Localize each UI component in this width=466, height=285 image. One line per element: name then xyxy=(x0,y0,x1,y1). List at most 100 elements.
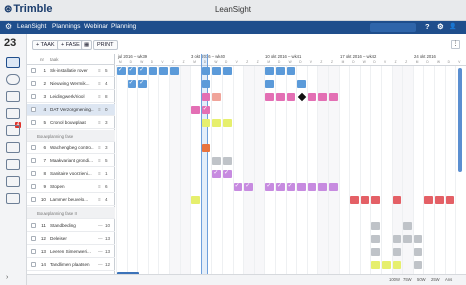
activity-block[interactable] xyxy=(212,92,221,101)
activity-block[interactable] xyxy=(392,260,402,269)
activity-block[interactable] xyxy=(223,169,232,179)
row-checkbox[interactable] xyxy=(31,261,36,267)
activity-block[interactable] xyxy=(413,247,423,256)
checklist-icon[interactable] xyxy=(6,159,20,170)
table-row[interactable]: 3 Leidingwerk/riool ≡ 8 xyxy=(27,91,115,103)
zoom-option[interactable]: 50W xyxy=(417,277,426,282)
row-checkbox[interactable] xyxy=(31,68,36,73)
menu-item-planning[interactable]: Planning xyxy=(111,23,136,30)
activity-block[interactable] xyxy=(276,182,285,192)
table-row[interactable]: 12 Deleiser —13 xyxy=(27,233,115,245)
activity-block[interactable] xyxy=(307,183,317,192)
search-field[interactable] xyxy=(370,23,416,32)
calendar-button-icon[interactable]: ▦ xyxy=(81,40,93,50)
activity-block[interactable] xyxy=(233,182,243,192)
zoom-option[interactable]: 25W xyxy=(431,277,440,282)
print-button[interactable]: PRINT xyxy=(93,40,118,50)
people-icon[interactable] xyxy=(6,91,20,102)
add-task-button[interactable]: + TAAK xyxy=(32,40,59,50)
activity-block[interactable] xyxy=(223,118,232,127)
activity-block[interactable] xyxy=(445,196,455,204)
phase-group-row[interactable]: Bouwplanning fase xyxy=(27,129,115,142)
activity-block[interactable] xyxy=(413,260,423,269)
milestone-diamond-icon[interactable] xyxy=(297,92,307,102)
activity-block[interactable] xyxy=(201,105,211,114)
team-icon[interactable] xyxy=(6,74,20,85)
activity-block[interactable] xyxy=(159,67,168,75)
edit-icon[interactable] xyxy=(6,142,20,153)
row-checkbox[interactable] xyxy=(31,184,36,190)
table-row[interactable]: 1 Sk-installatie rover ≡ 5 xyxy=(27,65,115,77)
menu-item-plannings[interactable]: Plannings xyxy=(52,23,81,30)
row-checkbox[interactable] xyxy=(31,222,36,228)
row-checkbox[interactable] xyxy=(31,158,36,164)
document-icon[interactable] xyxy=(6,193,20,204)
activity-block[interactable] xyxy=(371,247,380,256)
activity-block[interactable] xyxy=(212,67,221,75)
activity-block[interactable] xyxy=(191,105,200,114)
row-checkbox[interactable] xyxy=(31,145,36,151)
activity-block[interactable] xyxy=(371,234,380,243)
activity-block[interactable] xyxy=(371,221,380,230)
activity-block[interactable] xyxy=(318,92,327,101)
activity-block[interactable] xyxy=(138,66,147,75)
activity-block[interactable] xyxy=(286,92,296,101)
activity-block[interactable] xyxy=(201,144,211,153)
phase-group-row[interactable]: Bouwplanning fase II xyxy=(27,206,115,219)
timeline[interactable]: jul 2016 – wk39 3 okt 2016 – wk40 10 okt 2… xyxy=(116,54,466,274)
more-menu-icon[interactable]: ⋮ xyxy=(451,40,460,49)
activity-block[interactable] xyxy=(382,260,391,269)
table-row[interactable]: 9 Stopen ≡ 6 xyxy=(27,181,115,194)
activity-block[interactable] xyxy=(201,79,211,88)
gear-icon[interactable]: ⚙ xyxy=(437,22,444,31)
activity-block[interactable] xyxy=(127,79,137,88)
activity-block[interactable] xyxy=(413,234,423,243)
activity-block[interactable] xyxy=(329,92,338,101)
activity-block[interactable] xyxy=(360,196,370,204)
activity-block[interactable] xyxy=(392,234,402,243)
activity-block[interactable] xyxy=(392,196,402,204)
chart-icon[interactable] xyxy=(6,125,20,136)
calendar-view-icon[interactable] xyxy=(6,57,20,68)
zoom-option[interactable]: Ans xyxy=(445,277,452,282)
zoom-option[interactable]: 75W xyxy=(403,277,412,282)
activity-block[interactable] xyxy=(403,234,412,243)
activity-block[interactable] xyxy=(148,67,158,75)
row-checkbox[interactable] xyxy=(31,171,36,177)
activity-block[interactable] xyxy=(117,66,126,75)
table-row[interactable]: 7 Maakvariant grondi... ≡ 5 xyxy=(27,155,115,168)
activity-block[interactable] xyxy=(392,247,402,256)
table-row[interactable]: 14 Tandlimen plaatsen —12 xyxy=(27,259,115,271)
activity-block[interactable] xyxy=(201,92,211,101)
menu-item-leansight[interactable]: LeanSight xyxy=(17,23,46,30)
activity-block[interactable] xyxy=(138,79,147,88)
activity-block[interactable] xyxy=(307,92,317,101)
table-row[interactable]: 4 DAT Verzorgmening... ≡ 0 xyxy=(27,103,115,116)
activity-block[interactable] xyxy=(286,182,296,192)
row-checkbox[interactable] xyxy=(31,119,36,125)
activity-block[interactable] xyxy=(435,196,444,204)
activity-block[interactable] xyxy=(297,79,306,88)
table-row[interactable]: 8 Sanitaire voorzieni... ≡ 1 xyxy=(27,168,115,181)
activity-block[interactable] xyxy=(297,183,306,192)
activity-block[interactable] xyxy=(265,67,274,75)
zoom-option[interactable]: 100W xyxy=(389,277,400,282)
row-checkbox[interactable] xyxy=(31,106,36,112)
activity-block[interactable] xyxy=(371,196,380,204)
activity-block[interactable] xyxy=(212,157,221,166)
activity-block[interactable] xyxy=(212,169,221,179)
expand-chevron-icon[interactable]: › xyxy=(6,274,8,281)
vertical-scrollbar[interactable] xyxy=(458,68,462,172)
activity-block[interactable] xyxy=(201,67,211,75)
activity-block[interactable] xyxy=(201,118,211,127)
activity-block[interactable] xyxy=(276,67,285,75)
menu-item-webinar[interactable]: Webinar xyxy=(84,23,108,30)
user-icon[interactable]: 👤 xyxy=(449,23,456,30)
activity-block[interactable] xyxy=(244,182,253,192)
table-row[interactable]: 6 Wachengbeg contro... ≡ 3 xyxy=(27,142,115,155)
layers-icon[interactable] xyxy=(6,176,20,187)
activity-block[interactable] xyxy=(191,196,200,204)
table-row[interactable]: 2 Nieuwing Wermik... ≡ 4 xyxy=(27,78,115,90)
table-row[interactable]: 13 Leeren Simenweri... —13 xyxy=(27,246,115,258)
table-row[interactable]: 5 Cronol bouwplaat ≡ 3 xyxy=(27,117,115,129)
